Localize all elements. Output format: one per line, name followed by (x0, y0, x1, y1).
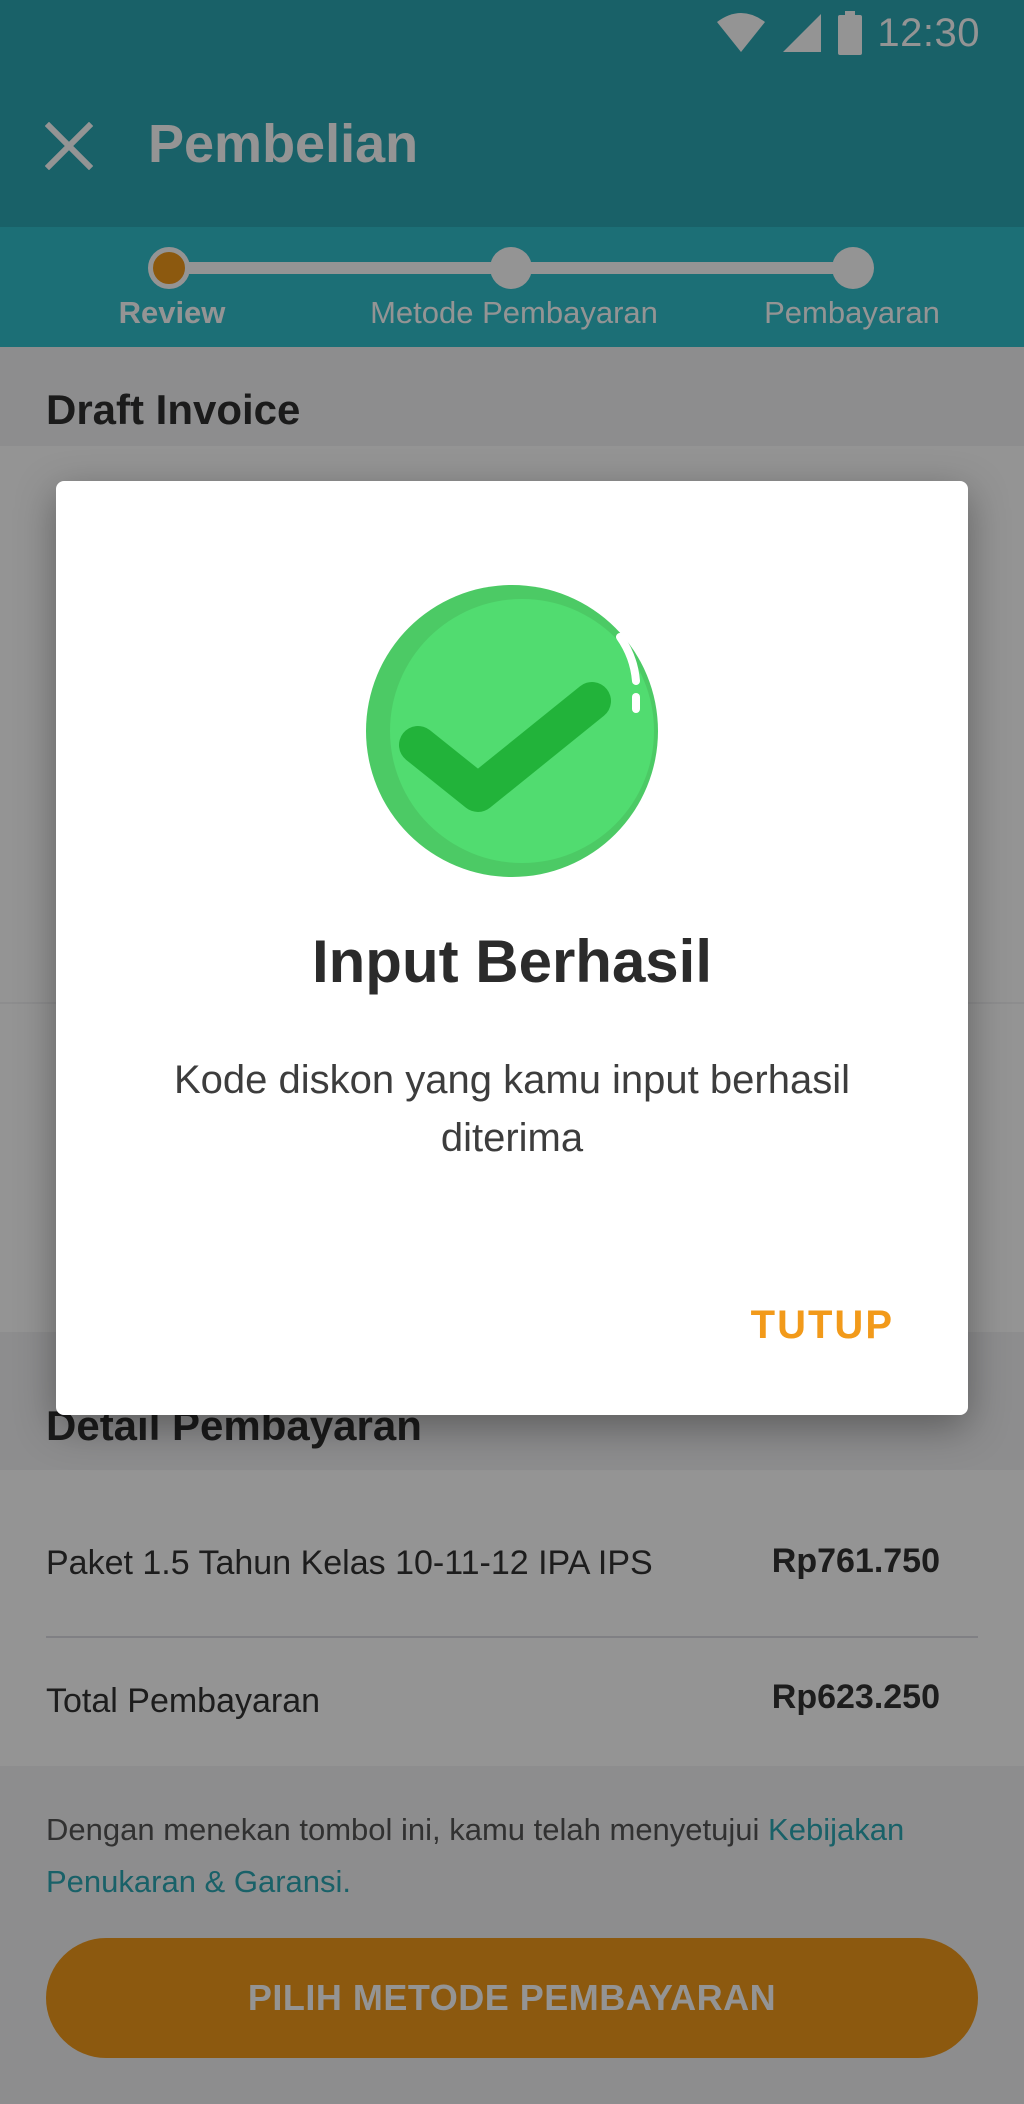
dialog-message: Kode diskon yang kamu input berhasil dit… (174, 1058, 850, 1160)
check-circle-icon (366, 585, 658, 877)
close-dialog-button[interactable]: TUTUP (751, 1303, 894, 1348)
dialog-title: Input Berhasil (311, 928, 713, 995)
success-dialog: Input Berhasil Kode diskon yang kamu inp… (56, 481, 968, 1415)
